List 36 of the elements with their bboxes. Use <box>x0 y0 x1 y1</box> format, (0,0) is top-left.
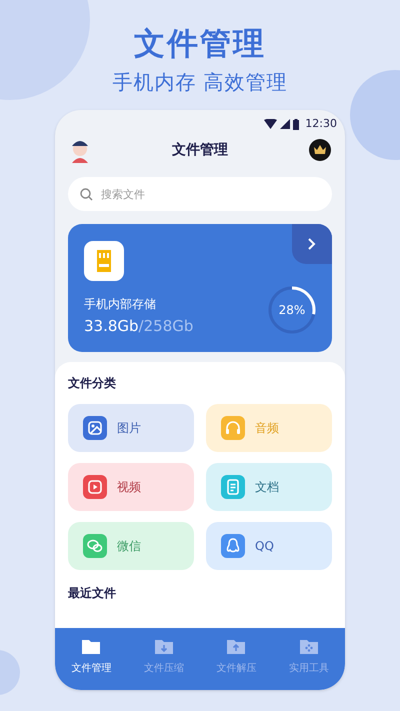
search-field[interactable]: 搜索文件 <box>68 177 332 211</box>
section-title: 最近文件 <box>68 585 117 602</box>
storage-total: /258Gb <box>138 316 194 337</box>
category-label: 音频 <box>255 420 279 437</box>
headline: 文件管理 <box>134 25 266 64</box>
crown-icon[interactable] <box>309 139 331 161</box>
status-time: 12:30 <box>305 116 337 132</box>
sd-card-icon <box>84 241 124 281</box>
search-icon <box>80 188 93 201</box>
nav-tab[interactable]: 文件压缩 <box>128 636 200 690</box>
category-tile[interactable]: 图片 <box>68 404 194 452</box>
storage-name: 手机内部存储 <box>84 296 156 313</box>
wifi-icon <box>264 119 278 129</box>
category-label: 文档 <box>255 479 279 496</box>
nav-tab[interactable]: 文件解压 <box>200 636 272 690</box>
category-label: QQ <box>255 538 274 555</box>
usage-percent: 28% <box>278 303 306 317</box>
usage-ring <box>266 284 318 336</box>
nav-tab[interactable]: 文件管理 <box>55 636 128 690</box>
category-tile[interactable]: QQ <box>206 522 332 570</box>
battery-icon <box>293 118 300 130</box>
category-tile[interactable]: 文档 <box>206 463 332 511</box>
category-label: 微信 <box>117 538 141 555</box>
category-label: 图片 <box>117 420 141 437</box>
subheadline: 手机内存 高效管理 <box>112 69 288 96</box>
signal-icon <box>280 119 290 129</box>
category-tile[interactable]: 微信 <box>68 522 194 570</box>
storage-card[interactable]: 手机内部存储 33.8Gb/258Gb 28% <box>68 224 332 352</box>
next-button[interactable] <box>292 224 332 264</box>
section-title: 文件分类 <box>68 375 117 392</box>
category-tile[interactable]: 视频 <box>68 463 194 511</box>
nav-tab[interactable]: 实用工具 <box>272 636 345 690</box>
category-label: 视频 <box>117 479 141 496</box>
header-title: 文件管理 <box>172 140 228 160</box>
chevron-icon <box>308 238 316 250</box>
storage-used: 33.8Gb <box>84 316 139 337</box>
